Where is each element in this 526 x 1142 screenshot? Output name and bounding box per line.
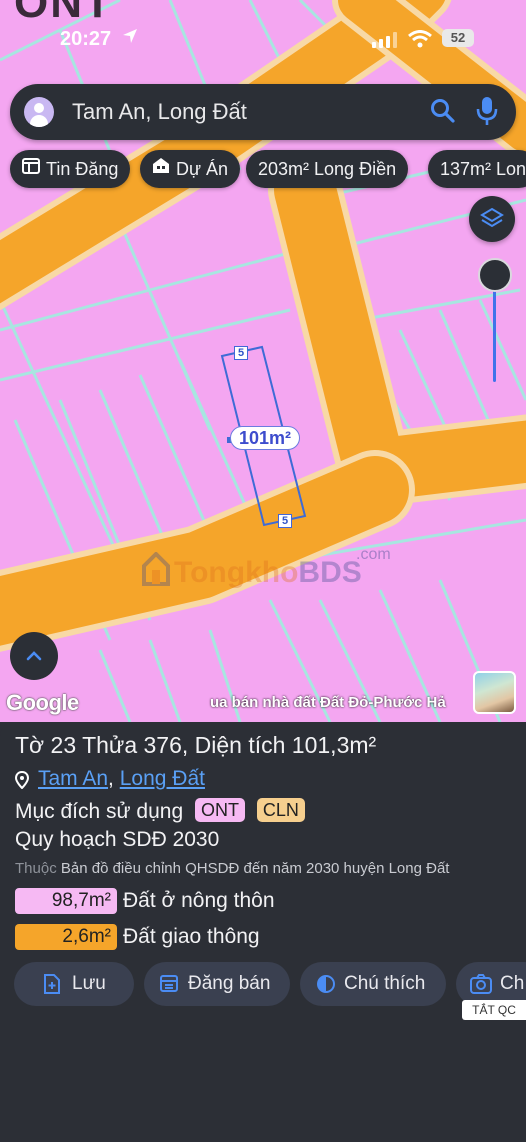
plot-info-panel: Tờ 23 Thửa 376, Diện tích 101,3m² Tam An… bbox=[0, 722, 526, 1142]
disable-ads-button[interactable]: TẮT QC bbox=[462, 1000, 526, 1020]
edge-length-top: 5 bbox=[234, 346, 248, 360]
google-logo: Google bbox=[6, 690, 79, 715]
search-bar[interactable]: Tam An, Long Đất bbox=[10, 84, 516, 140]
opacity-slider-handle[interactable] bbox=[478, 258, 512, 292]
save-label: Lưu bbox=[72, 973, 106, 994]
ward-link[interactable]: Tam An bbox=[38, 767, 108, 790]
desc-text: Bản đồ điều chỉnh QHSDĐ đến năm 2030 huy… bbox=[60, 860, 450, 877]
wifi-icon bbox=[408, 30, 432, 53]
plan-description: Thuộc Bản đồ điều chỉnh QHSDĐ đến năm 20… bbox=[15, 860, 449, 877]
watermark: TongkhoBDS bbox=[142, 551, 362, 594]
layers-icon bbox=[480, 207, 504, 228]
calendar-icon bbox=[160, 975, 178, 992]
location-arrow-icon bbox=[122, 28, 138, 49]
plan-title: Quy hoạch SDĐ 2030 bbox=[15, 828, 220, 851]
area-value: 2,6m² bbox=[15, 924, 117, 950]
search-icon[interactable] bbox=[430, 98, 456, 129]
chip-tin-dang[interactable]: Tin Đăng bbox=[10, 149, 131, 188]
save-icon bbox=[44, 974, 60, 994]
camera-icon bbox=[470, 974, 492, 994]
location-line: Tam An, Long Đất bbox=[38, 767, 205, 791]
area-label: Đất giao thông bbox=[123, 925, 260, 948]
legend-button[interactable]: Chú thích bbox=[300, 962, 446, 1006]
chip-label: 203m² Long Điền bbox=[258, 159, 397, 179]
action-bar: Lưu Đăng bán Chú thích Ch bbox=[0, 962, 526, 1006]
newspaper-icon bbox=[22, 149, 40, 187]
chip-203m2[interactable]: 203m² Long Điền bbox=[246, 150, 409, 188]
edge-length-bottom: 5 bbox=[278, 514, 292, 528]
search-input[interactable]: Tam An, Long Đất bbox=[72, 99, 247, 125]
avatar[interactable] bbox=[24, 97, 54, 127]
ad-thumbnail[interactable] bbox=[473, 671, 516, 714]
watermark-com: .com bbox=[356, 546, 391, 563]
land-purpose: Mục đích sử dụng ONT CLN bbox=[15, 798, 305, 824]
chip-label: Tin Đăng bbox=[46, 159, 119, 179]
microphone-icon[interactable] bbox=[476, 96, 498, 131]
purpose-label: Mục đích sử dụng bbox=[15, 800, 184, 823]
watermark-logo-icon bbox=[142, 551, 170, 594]
expand-panel-button[interactable] bbox=[10, 632, 58, 680]
watermark-text-a: Tongkho bbox=[174, 556, 299, 589]
battery-level: 52 bbox=[442, 29, 474, 47]
badge-ont: ONT bbox=[195, 798, 245, 822]
desc-prefix: Thuộc bbox=[15, 860, 57, 877]
save-button[interactable]: Lưu bbox=[14, 962, 134, 1006]
area-label: Đất ở nông thôn bbox=[123, 889, 275, 912]
ad-ticker[interactable]: ua bán nhà đất Đất Đỏ-Phước Hả bbox=[210, 694, 446, 711]
chip-label: 137m² Lon bbox=[440, 159, 526, 179]
post-sale-button[interactable]: Đăng bán bbox=[144, 962, 290, 1006]
chip-du-an[interactable]: Dự Án bbox=[140, 149, 241, 188]
location-separator: , bbox=[108, 767, 114, 790]
area-value: 98,7m² bbox=[15, 888, 117, 914]
cellular-signal-icon bbox=[372, 32, 398, 53]
chip-label: Dự Án bbox=[176, 159, 229, 179]
legend-label: Chú thích bbox=[344, 973, 426, 994]
post-sale-label: Đăng bán bbox=[188, 973, 271, 994]
chip-137m2[interactable]: 137m² Lon bbox=[428, 150, 526, 188]
status-bar: 20:27 52 bbox=[0, 24, 526, 54]
district-link[interactable]: Long Đất bbox=[120, 767, 205, 790]
plot-title: Tờ 23 Thửa 376, Diện tích 101,3m² bbox=[15, 732, 377, 758]
legend-icon bbox=[317, 975, 335, 993]
badge-cln: CLN bbox=[256, 798, 305, 822]
chevron-up-icon bbox=[26, 651, 42, 661]
watermark-text-b: BDS bbox=[298, 556, 362, 589]
map-view[interactable]: ONT 101m² 5 5 TongkhoBDS .com 20:27 52 T… bbox=[0, 0, 526, 722]
plot-area-label[interactable]: 101m² bbox=[230, 426, 300, 450]
layers-button[interactable] bbox=[469, 196, 515, 242]
status-time: 20:27 bbox=[60, 28, 112, 50]
location-pin-icon bbox=[14, 770, 30, 794]
building-icon bbox=[152, 149, 170, 187]
